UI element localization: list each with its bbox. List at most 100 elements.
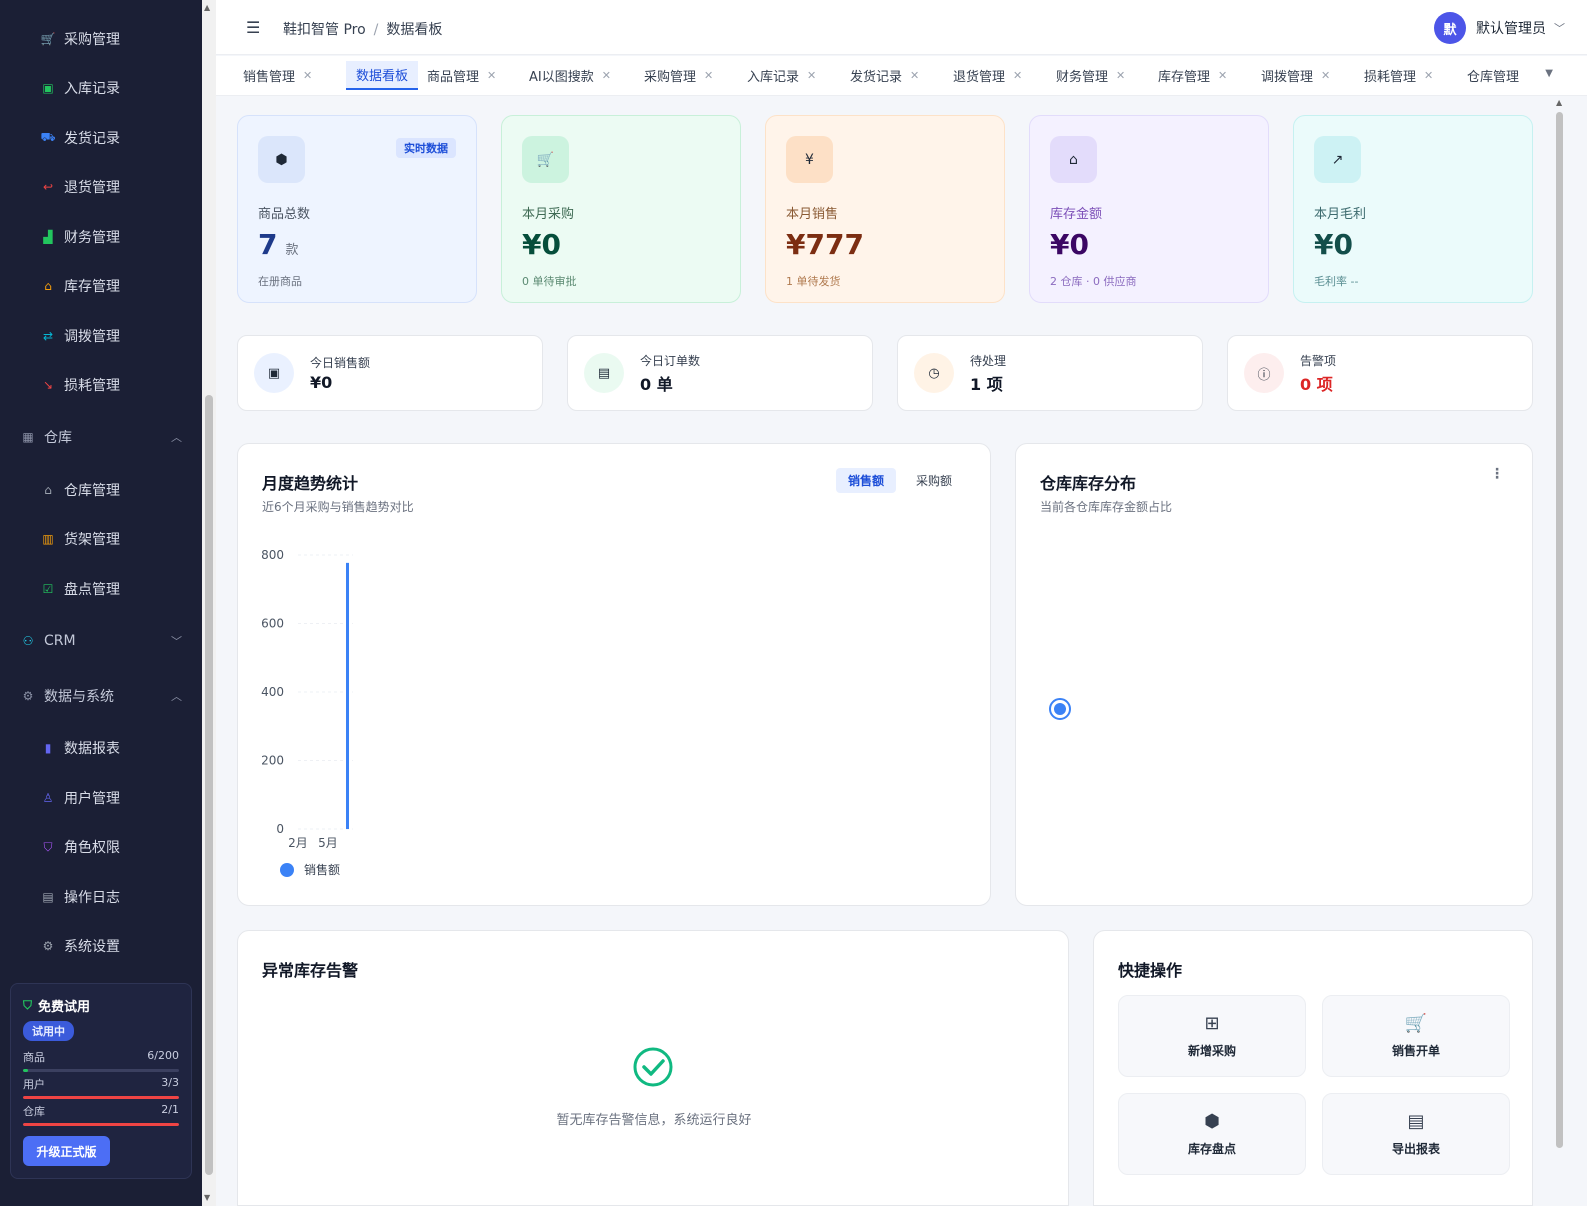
- stat-card-2: ¥ 本月销售 ¥777 1 单待发货: [765, 115, 1005, 303]
- main-scrollbar[interactable]: ▲: [1553, 96, 1567, 1206]
- tab-1[interactable]: 数据看板: [346, 56, 419, 94]
- sidebar-group-crm[interactable]: ⚇ CRM ﹀: [0, 621, 202, 661]
- sidebar-group-label: 数据与系统: [44, 689, 114, 705]
- tab-label: 销售管理: [243, 69, 296, 85]
- cart-plus-icon: 🛒: [1404, 1013, 1428, 1034]
- alert-icon: ⓘ: [1244, 353, 1284, 393]
- mini-card-2: ◷ 待处理 1 项: [897, 335, 1203, 411]
- sidebar-item-sidebar-data_items-1[interactable]: ♙ 用户管理: [0, 778, 202, 818]
- more-vertical-icon[interactable]: ⋮: [1490, 466, 1504, 482]
- sidebar-item-sidebar-data_items-3[interactable]: ▤ 操作日志: [0, 877, 202, 917]
- close-icon[interactable]: ✕: [602, 69, 611, 82]
- trial-quotas: 商品 6/200 用户 3/3 仓库 2/1: [23, 1049, 179, 1126]
- tab-0[interactable]: 销售管理 ✕: [243, 56, 312, 94]
- close-icon[interactable]: ✕: [1218, 69, 1227, 82]
- tab-9[interactable]: 库存管理 ✕: [1158, 56, 1227, 94]
- stat-value-row: ¥0: [522, 228, 720, 261]
- tabs-more-icon[interactable]: ▼: [1545, 68, 1553, 79]
- breadcrumb-app[interactable]: 鞋扣智管 Pro: [283, 22, 366, 38]
- quick-action-3[interactable]: ▤ 导出报表: [1322, 1093, 1510, 1175]
- main-scroll-thumb[interactable]: [1556, 112, 1563, 1148]
- close-icon[interactable]: ✕: [704, 69, 713, 82]
- stat-card-4: ↗ 本月毛利 ¥0 毛利率 --: [1293, 115, 1533, 303]
- scroll-up-icon[interactable]: ▲: [204, 3, 210, 12]
- user-menu[interactable]: 默 默认管理员 ﹀: [1434, 12, 1565, 44]
- close-icon[interactable]: ✕: [1321, 69, 1330, 82]
- scroll-down-icon[interactable]: ▼: [204, 1193, 210, 1202]
- stat-value: ¥0: [1050, 228, 1089, 261]
- quota-bar-fill: [23, 1069, 28, 1072]
- sidebar-group-data[interactable]: ⚙ 数据与系统 ︿: [0, 676, 202, 716]
- sidebar-item-sidebar-data_items-0[interactable]: ▮ 数据报表: [0, 728, 202, 768]
- tab-8[interactable]: 财务管理 ✕: [1056, 56, 1125, 94]
- sidebar-item-sidebar-warehouse_items-1[interactable]: ▥ 货架管理: [0, 519, 202, 559]
- tab-6[interactable]: 发货记录 ✕: [850, 56, 919, 94]
- toggle-sales[interactable]: 销售额: [835, 468, 896, 493]
- sidebar-item-sidebar-items-5[interactable]: ⌂ 库存管理: [0, 266, 202, 306]
- legend-marker[interactable]: [280, 863, 294, 877]
- scroll-up-icon[interactable]: ▲: [1556, 98, 1562, 107]
- close-icon[interactable]: ✕: [1424, 69, 1433, 82]
- sidebar-item-label: 采购管理: [64, 32, 120, 48]
- close-icon[interactable]: ✕: [807, 69, 816, 82]
- quota-bar-fill: [23, 1096, 179, 1099]
- user-name: 默认管理员: [1476, 21, 1546, 37]
- tab-3[interactable]: AI以图搜款 ✕: [529, 56, 611, 94]
- tab-7[interactable]: 退货管理 ✕: [953, 56, 1022, 94]
- tab-11[interactable]: 损耗管理 ✕: [1364, 56, 1433, 94]
- mini-card-3: ⓘ 告警项 0 项: [1227, 335, 1533, 411]
- finance-icon: ▟: [43, 230, 53, 244]
- tab-2[interactable]: 商品管理 ✕: [427, 56, 496, 94]
- avatar: 默: [1434, 12, 1466, 44]
- sidebar-group-label: 仓库: [44, 430, 72, 446]
- sidebar-item-label: 仓库管理: [64, 483, 120, 499]
- sidebar-item-label: 盘点管理: [64, 582, 120, 598]
- sidebar-item-label: 入库记录: [64, 81, 120, 97]
- tab-5[interactable]: 入库记录 ✕: [747, 56, 816, 94]
- trend-toggle: 销售额 采购额: [835, 468, 964, 493]
- sidebar-group-warehouse[interactable]: ▦ 仓库 ︿: [0, 417, 202, 457]
- tab-4[interactable]: 采购管理 ✕: [644, 56, 713, 94]
- stat-value: 7: [258, 228, 278, 261]
- clock-icon: ◷: [914, 353, 954, 393]
- sidebar-scroll-thumb[interactable]: [205, 395, 213, 1175]
- close-icon[interactable]: ✕: [1116, 69, 1125, 82]
- close-icon[interactable]: ✕: [303, 69, 312, 82]
- y-tick-label: 600: [261, 617, 284, 631]
- sidebar-item-sidebar-items-6[interactable]: ⇄ 调拨管理: [0, 316, 202, 356]
- upgrade-button[interactable]: 升级正式版: [23, 1136, 110, 1166]
- sidebar-item-sidebar-data_items-2[interactable]: ⛉ 角色权限: [0, 827, 202, 867]
- tab-12[interactable]: 仓库管理: [1467, 56, 1519, 94]
- shield-check-icon: ⛉: [23, 998, 33, 1012]
- quick-action-1[interactable]: 🛒 销售开单: [1322, 995, 1510, 1077]
- mini-label: 今日销售额: [310, 356, 371, 370]
- x-tick-label: 2月: [288, 836, 308, 850]
- close-icon[interactable]: ✕: [1013, 69, 1022, 82]
- close-icon[interactable]: ✕: [487, 69, 496, 82]
- sidebar-item-sidebar-warehouse_items-2[interactable]: ☑ 盘点管理: [0, 569, 202, 609]
- bar-1[interactable]: [346, 562, 349, 829]
- quota-bar: [23, 1123, 179, 1126]
- cash-icon: ▣: [254, 353, 294, 393]
- breadcrumb-separator: /: [373, 22, 379, 38]
- toggle-purchase[interactable]: 采购额: [904, 468, 964, 493]
- trial-badge: 试用中: [23, 1021, 74, 1041]
- sidebar-scrollbar[interactable]: ▲ ▼: [202, 0, 216, 1206]
- quick-action-label: 新增采购: [1187, 1044, 1236, 1058]
- log-icon: ▤: [42, 890, 54, 904]
- sidebar-item-sidebar-items-3[interactable]: ↩ 退货管理: [0, 167, 202, 207]
- tab-label: 采购管理: [644, 69, 697, 85]
- menu-toggle-icon[interactable]: ☰: [246, 18, 260, 37]
- sidebar-item-sidebar-items-4[interactable]: ▟ 财务管理: [0, 217, 202, 257]
- tab-10[interactable]: 调拨管理 ✕: [1261, 56, 1330, 94]
- sidebar-item-sidebar-items-7[interactable]: ↘ 损耗管理: [0, 365, 202, 405]
- sidebar-item-sidebar-warehouse_items-0[interactable]: ⌂ 仓库管理: [0, 470, 202, 510]
- sidebar-item-sidebar-data_items-4[interactable]: ⚙ 系统设置: [0, 926, 202, 966]
- stat-value-row: 7款: [258, 228, 456, 261]
- quick-action-2[interactable]: ⬢ 库存盘点: [1118, 1093, 1306, 1175]
- sidebar-item-sidebar-items-1[interactable]: ▣ 入库记录: [0, 68, 202, 108]
- sidebar-item-sidebar-items-2[interactable]: ⛟ 发货记录: [0, 118, 202, 158]
- close-icon[interactable]: ✕: [910, 69, 919, 82]
- sidebar-item-sidebar-items-0[interactable]: 🛒 采购管理: [0, 19, 202, 59]
- quick-action-0[interactable]: ⊞ 新增采购: [1118, 995, 1306, 1077]
